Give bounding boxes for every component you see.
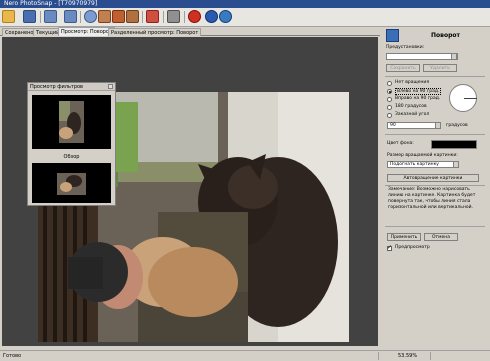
status-bar: Готово 53.59% <box>0 350 490 360</box>
angle-dial[interactable] <box>449 84 477 112</box>
save-preset-button[interactable]: Сохранить <box>386 64 420 72</box>
angle-unit-label: градусов <box>446 123 468 128</box>
preview-caption: Обзор <box>63 154 80 160</box>
preview-thumbnail-overview <box>32 163 111 203</box>
radio-no-rotation-label: Нет вращения <box>395 80 430 85</box>
preview-thumbnail-rotated <box>32 95 111 149</box>
toolbar <box>0 8 490 27</box>
toolbar-separator <box>40 11 41 23</box>
radio-left-90[interactable] <box>387 89 392 94</box>
bg-color-swatch[interactable] <box>431 140 477 149</box>
rotate-icon <box>386 29 399 42</box>
panel-title: Поворот <box>431 32 460 39</box>
zoom-icon[interactable] <box>84 10 97 23</box>
radio-custom-angle-label: Заказной угол <box>395 112 430 117</box>
radio-180[interactable] <box>387 105 392 110</box>
radio-180-label: 180 градусов <box>395 104 427 109</box>
brush-icon[interactable] <box>112 10 125 23</box>
radio-no-rotation[interactable] <box>387 81 392 86</box>
view-tabs: Сохранено Текущий Просмотр: Поворот Разд… <box>0 27 380 36</box>
redo-icon[interactable] <box>64 10 77 23</box>
radio-right-90-label: Вправо на 90 град. <box>395 96 441 101</box>
rotate-panel: Поворот Предустановки: Сохранить Удалить… <box>381 27 490 347</box>
toolbar-separator <box>142 11 143 23</box>
angle-input[interactable]: 90 <box>387 122 441 129</box>
wand-icon[interactable] <box>98 10 111 23</box>
pen-icon[interactable] <box>126 10 139 23</box>
web-icon[interactable] <box>219 10 232 23</box>
preview-checkbox-label: Предпросмотр <box>395 245 430 250</box>
overview-image <box>32 163 111 203</box>
chevron-down-icon[interactable] <box>453 161 459 168</box>
title-bar: Nero PhotoSnap - [T70970979] <box>0 0 490 8</box>
chevron-down-icon[interactable] <box>451 53 457 60</box>
divider <box>385 226 485 227</box>
help-icon[interactable] <box>205 10 218 23</box>
open-folder-icon[interactable] <box>2 10 15 23</box>
save-icon[interactable] <box>23 10 36 23</box>
divider <box>385 134 485 135</box>
toolbar-separator <box>163 11 164 23</box>
thumbnail-image <box>32 95 111 149</box>
apply-button[interactable]: Применить <box>387 233 421 241</box>
size-select[interactable]: Подогнать картинку <box>387 161 459 168</box>
preview-checkbox[interactable] <box>387 244 392 251</box>
filter-preview-window[interactable]: Просмотр фильтров Обзор <box>27 82 116 206</box>
undo-icon[interactable] <box>44 10 57 23</box>
angle-dial-needle <box>464 98 477 99</box>
preview-title: Просмотр фильтров <box>28 83 115 91</box>
toolbar-separator <box>80 11 81 23</box>
divider <box>385 76 485 77</box>
tab-split-preview-rotate[interactable]: Разделенный просмотр: Поворот <box>108 28 202 36</box>
image-canvas[interactable]: Просмотр фильтров Обзор <box>2 37 378 346</box>
radio-right-90[interactable] <box>387 97 392 102</box>
app-window: Nero PhotoSnap - [T70970979] Сохранено Т… <box>0 0 490 360</box>
delete-preset-button[interactable]: Удалить <box>423 64 457 72</box>
status-divider <box>378 352 379 360</box>
radio-custom-angle[interactable] <box>387 113 392 118</box>
bg-color-label: Цвет фона: <box>387 141 414 146</box>
size-label: Размер вращаемой картинки: <box>387 153 458 158</box>
print-icon[interactable] <box>167 10 180 23</box>
presets-label: Предустановки: <box>386 45 425 50</box>
auto-rotate-button[interactable]: Автовращение картинки <box>387 174 479 182</box>
status-divider <box>430 352 431 360</box>
close-icon[interactable] <box>108 84 113 89</box>
crop-icon[interactable] <box>146 10 159 23</box>
note-text: Замечание: Возможно нарисовать линию на … <box>388 187 476 210</box>
power-icon[interactable] <box>188 10 201 23</box>
divider <box>385 185 485 186</box>
tab-saved[interactable]: Сохранено <box>2 28 37 36</box>
radio-left-90-label: Влево на 90 град. <box>395 88 442 95</box>
presets-select[interactable] <box>386 53 458 60</box>
toolbar-separator <box>184 11 185 23</box>
angle-spinner[interactable] <box>435 122 441 129</box>
tab-preview-rotate[interactable]: Просмотр: Поворот <box>58 27 115 36</box>
preview-title-text: Просмотр фильтров <box>30 84 84 90</box>
cancel-button[interactable]: Отмена <box>424 233 458 241</box>
